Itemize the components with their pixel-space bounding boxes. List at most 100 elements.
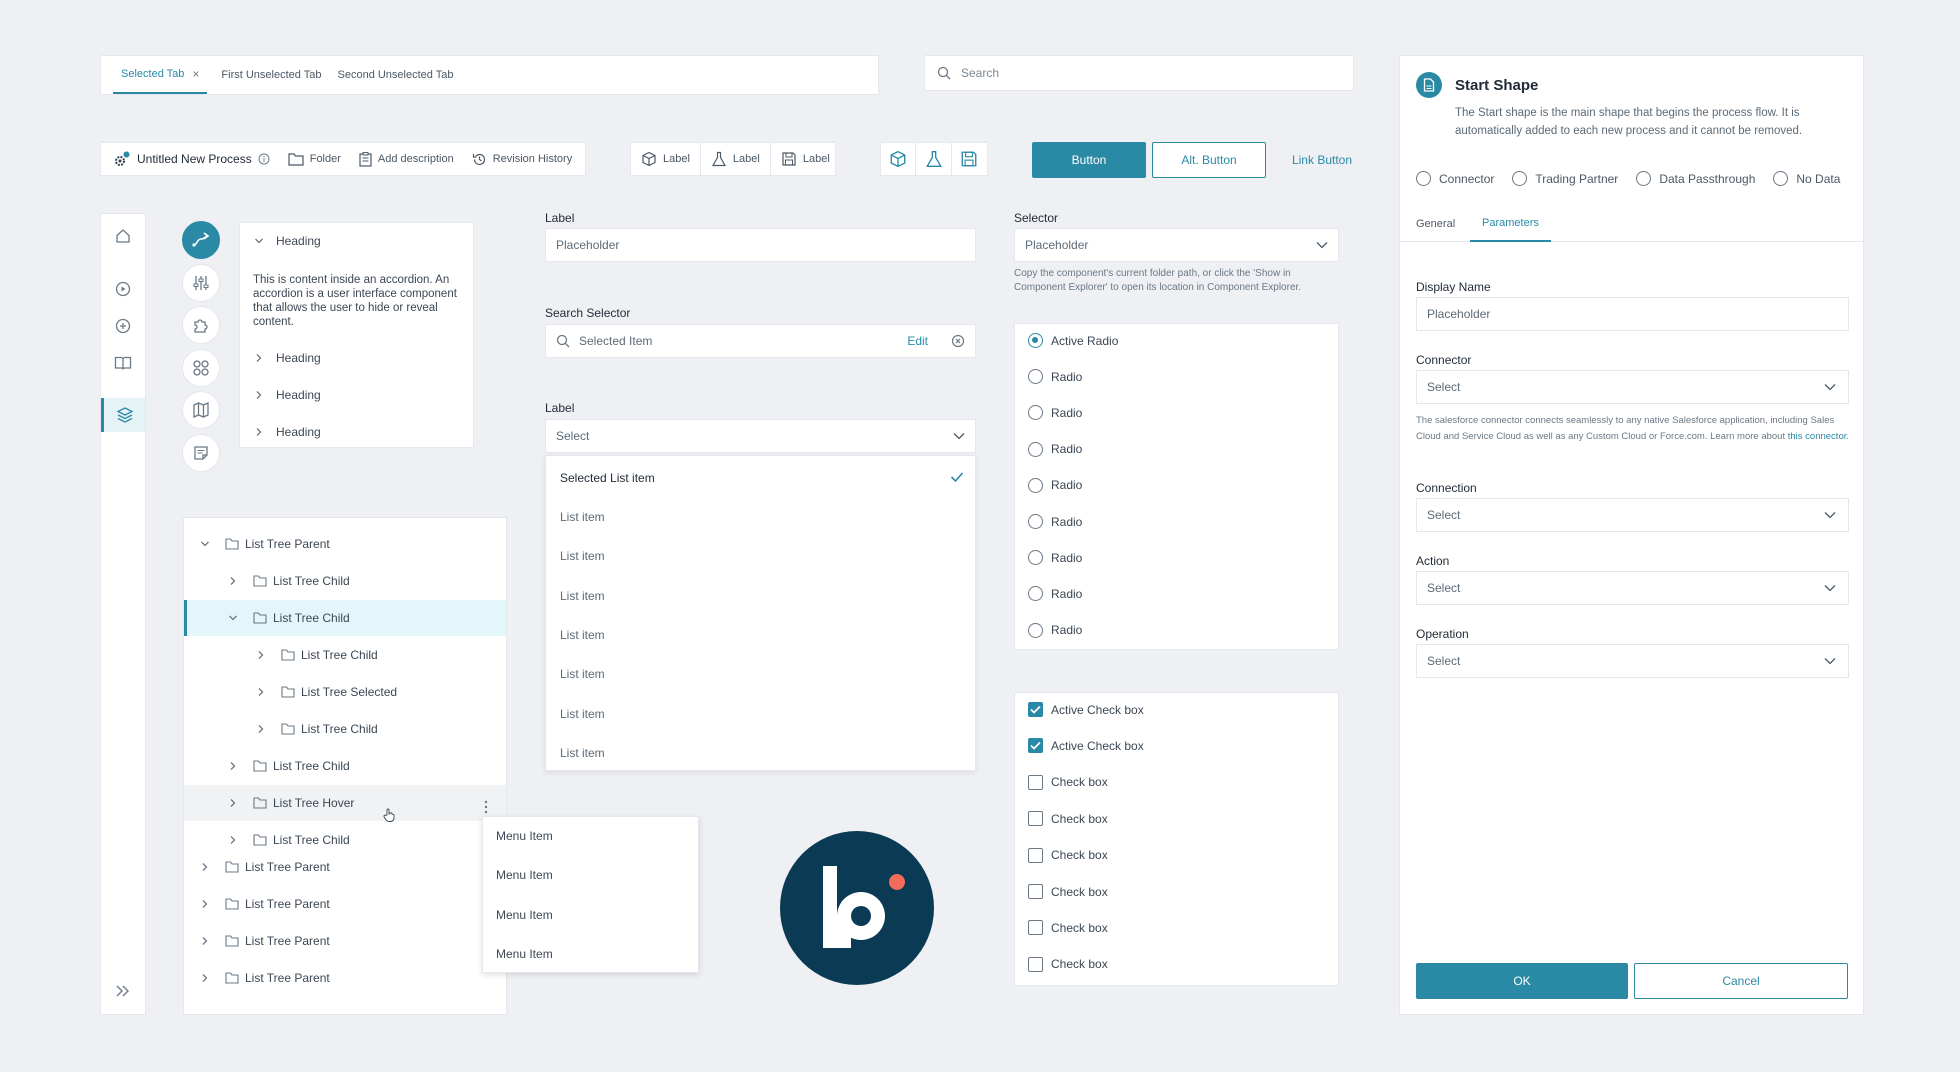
accordion-heading[interactable]: Heading <box>254 388 321 402</box>
chevron-down-icon[interactable] <box>197 539 213 549</box>
action-select[interactable]: Select <box>1416 571 1849 605</box>
list-item[interactable]: List item <box>560 628 605 642</box>
operation-select[interactable]: Select <box>1416 644 1849 678</box>
menu-item[interactable]: Menu Item <box>496 868 553 882</box>
shape-start-button[interactable] <box>182 221 220 259</box>
add-description-button[interactable]: Add description <box>359 151 454 167</box>
chevron-right-icon[interactable] <box>197 973 213 983</box>
checkbox-option[interactable]: Check box <box>1028 884 1108 899</box>
alt-button[interactable]: Alt. Button <box>1152 142 1266 178</box>
checkbox-option[interactable]: Check box <box>1028 920 1108 936</box>
checkbox-option[interactable]: Check box <box>1028 956 1108 972</box>
process-title[interactable]: Untitled New Process <box>113 150 270 168</box>
selector-dropdown[interactable]: Placeholder <box>1014 228 1339 262</box>
close-icon[interactable]: × <box>192 67 199 81</box>
shape-group-button[interactable] <box>182 349 220 387</box>
nav-expand[interactable] <box>101 974 145 1008</box>
chevron-right-icon[interactable] <box>197 899 213 909</box>
accordion-heading-open[interactable]: Heading <box>254 234 321 248</box>
chevron-right-icon[interactable] <box>253 650 269 660</box>
radio-option[interactable]: Radio <box>1028 405 1082 421</box>
nav-play[interactable] <box>101 272 145 306</box>
menu-item[interactable]: Menu Item <box>496 947 553 961</box>
tree-row[interactable]: List Tree Child <box>184 600 506 636</box>
tree-row[interactable]: List Tree Child <box>184 563 506 599</box>
radio-connector[interactable]: Connector <box>1416 171 1494 186</box>
shape-puzzle-button[interactable] <box>182 306 220 344</box>
info-icon[interactable] <box>258 153 270 165</box>
radio-option[interactable]: Active Radio <box>1028 333 1118 348</box>
clear-circle-icon[interactable] <box>951 334 965 348</box>
tree-row[interactable]: List Tree Selected <box>184 674 506 710</box>
edit-link[interactable]: Edit <box>907 334 928 348</box>
nav-add[interactable] <box>101 309 145 343</box>
save-button[interactable] <box>952 143 987 175</box>
nav-docs[interactable] <box>101 346 145 380</box>
flask-label-button[interactable]: Label <box>701 143 771 175</box>
tree-row[interactable]: List Tree Child <box>184 637 506 673</box>
menu-item[interactable]: Menu Item <box>496 829 553 843</box>
connector-select[interactable]: Select <box>1416 370 1849 404</box>
connection-select[interactable]: Select <box>1416 498 1849 532</box>
save-label-button[interactable]: Label <box>771 143 840 175</box>
chevron-right-icon[interactable] <box>225 576 241 586</box>
radio-option[interactable]: Radio <box>1028 586 1082 602</box>
radio-trading-partner[interactable]: Trading Partner <box>1512 171 1618 186</box>
list-item[interactable]: List item <box>560 667 605 681</box>
checkbox-option[interactable]: Check box <box>1028 811 1108 827</box>
radio-data-passthrough[interactable]: Data Passthrough <box>1636 171 1755 186</box>
link-button[interactable]: Link Button <box>1284 142 1360 178</box>
tree-row[interactable]: List Tree Parent <box>184 886 506 922</box>
list-item[interactable]: List item <box>560 549 605 563</box>
chevron-right-icon[interactable] <box>225 835 241 845</box>
search-selector[interactable]: Selected Item Edit <box>545 324 976 358</box>
tab-second-unselected[interactable]: Second Unselected Tab <box>330 56 462 94</box>
checkbox-option[interactable]: Active Check box <box>1028 702 1144 717</box>
chevron-right-icon[interactable] <box>253 687 269 697</box>
ok-button[interactable]: OK <box>1416 963 1628 999</box>
revision-history-button[interactable]: Revision History <box>472 152 572 167</box>
list-item[interactable]: List item <box>560 510 605 524</box>
accordion-heading[interactable]: Heading <box>254 425 321 439</box>
folder-button[interactable]: Folder <box>288 152 341 166</box>
radio-option[interactable]: Radio <box>1028 369 1082 385</box>
checkbox-option[interactable]: Active Check box <box>1028 738 1144 754</box>
chevron-right-icon[interactable] <box>225 761 241 771</box>
shape-settings-button[interactable] <box>182 264 220 302</box>
tree-row[interactable]: List Tree Child <box>184 748 506 784</box>
kebab-menu-icon[interactable] <box>484 800 488 814</box>
connector-link[interactable]: this connector <box>1788 431 1847 442</box>
cube-button[interactable] <box>881 143 917 175</box>
primary-button[interactable]: Button <box>1032 142 1146 178</box>
select-dropdown[interactable]: Select <box>545 419 976 453</box>
nav-layers[interactable] <box>101 398 145 432</box>
display-name-input[interactable]: Placeholder <box>1416 297 1849 331</box>
shape-map-button[interactable] <box>182 391 220 429</box>
list-item[interactable]: List item <box>560 589 605 603</box>
text-input[interactable]: Placeholder <box>545 228 976 262</box>
checkbox-option[interactable]: Check box <box>1028 847 1108 863</box>
tree-row[interactable]: List Tree Child <box>184 711 506 747</box>
tree-row[interactable]: List Tree Hover <box>184 785 506 821</box>
chevron-down-icon[interactable] <box>225 613 241 623</box>
radio-no-data[interactable]: No Data <box>1773 171 1840 186</box>
tab-general[interactable]: General <box>1416 205 1455 242</box>
selected-list-item[interactable]: Selected List item <box>560 471 655 485</box>
chevron-right-icon[interactable] <box>253 724 269 734</box>
checkbox-option[interactable]: Check box <box>1028 774 1108 790</box>
flask-button[interactable] <box>916 143 952 175</box>
tree-row[interactable]: List Tree Parent <box>184 526 506 562</box>
tab-parameters[interactable]: Parameters <box>1470 205 1551 242</box>
radio-option[interactable]: Radio <box>1028 477 1082 493</box>
cancel-button[interactable]: Cancel <box>1634 963 1848 999</box>
tree-row[interactable]: List Tree Parent <box>184 960 506 996</box>
chevron-right-icon[interactable] <box>197 862 213 872</box>
list-item[interactable]: List item <box>560 746 605 760</box>
radio-option[interactable]: Radio <box>1028 550 1082 566</box>
radio-option[interactable]: Radio <box>1028 441 1082 457</box>
accordion-heading[interactable]: Heading <box>254 351 321 365</box>
radio-option[interactable]: Radio <box>1028 514 1082 529</box>
menu-item[interactable]: Menu Item <box>496 908 553 922</box>
list-item[interactable]: List item <box>560 707 605 721</box>
tab-first-unselected[interactable]: First Unselected Tab <box>213 56 329 94</box>
